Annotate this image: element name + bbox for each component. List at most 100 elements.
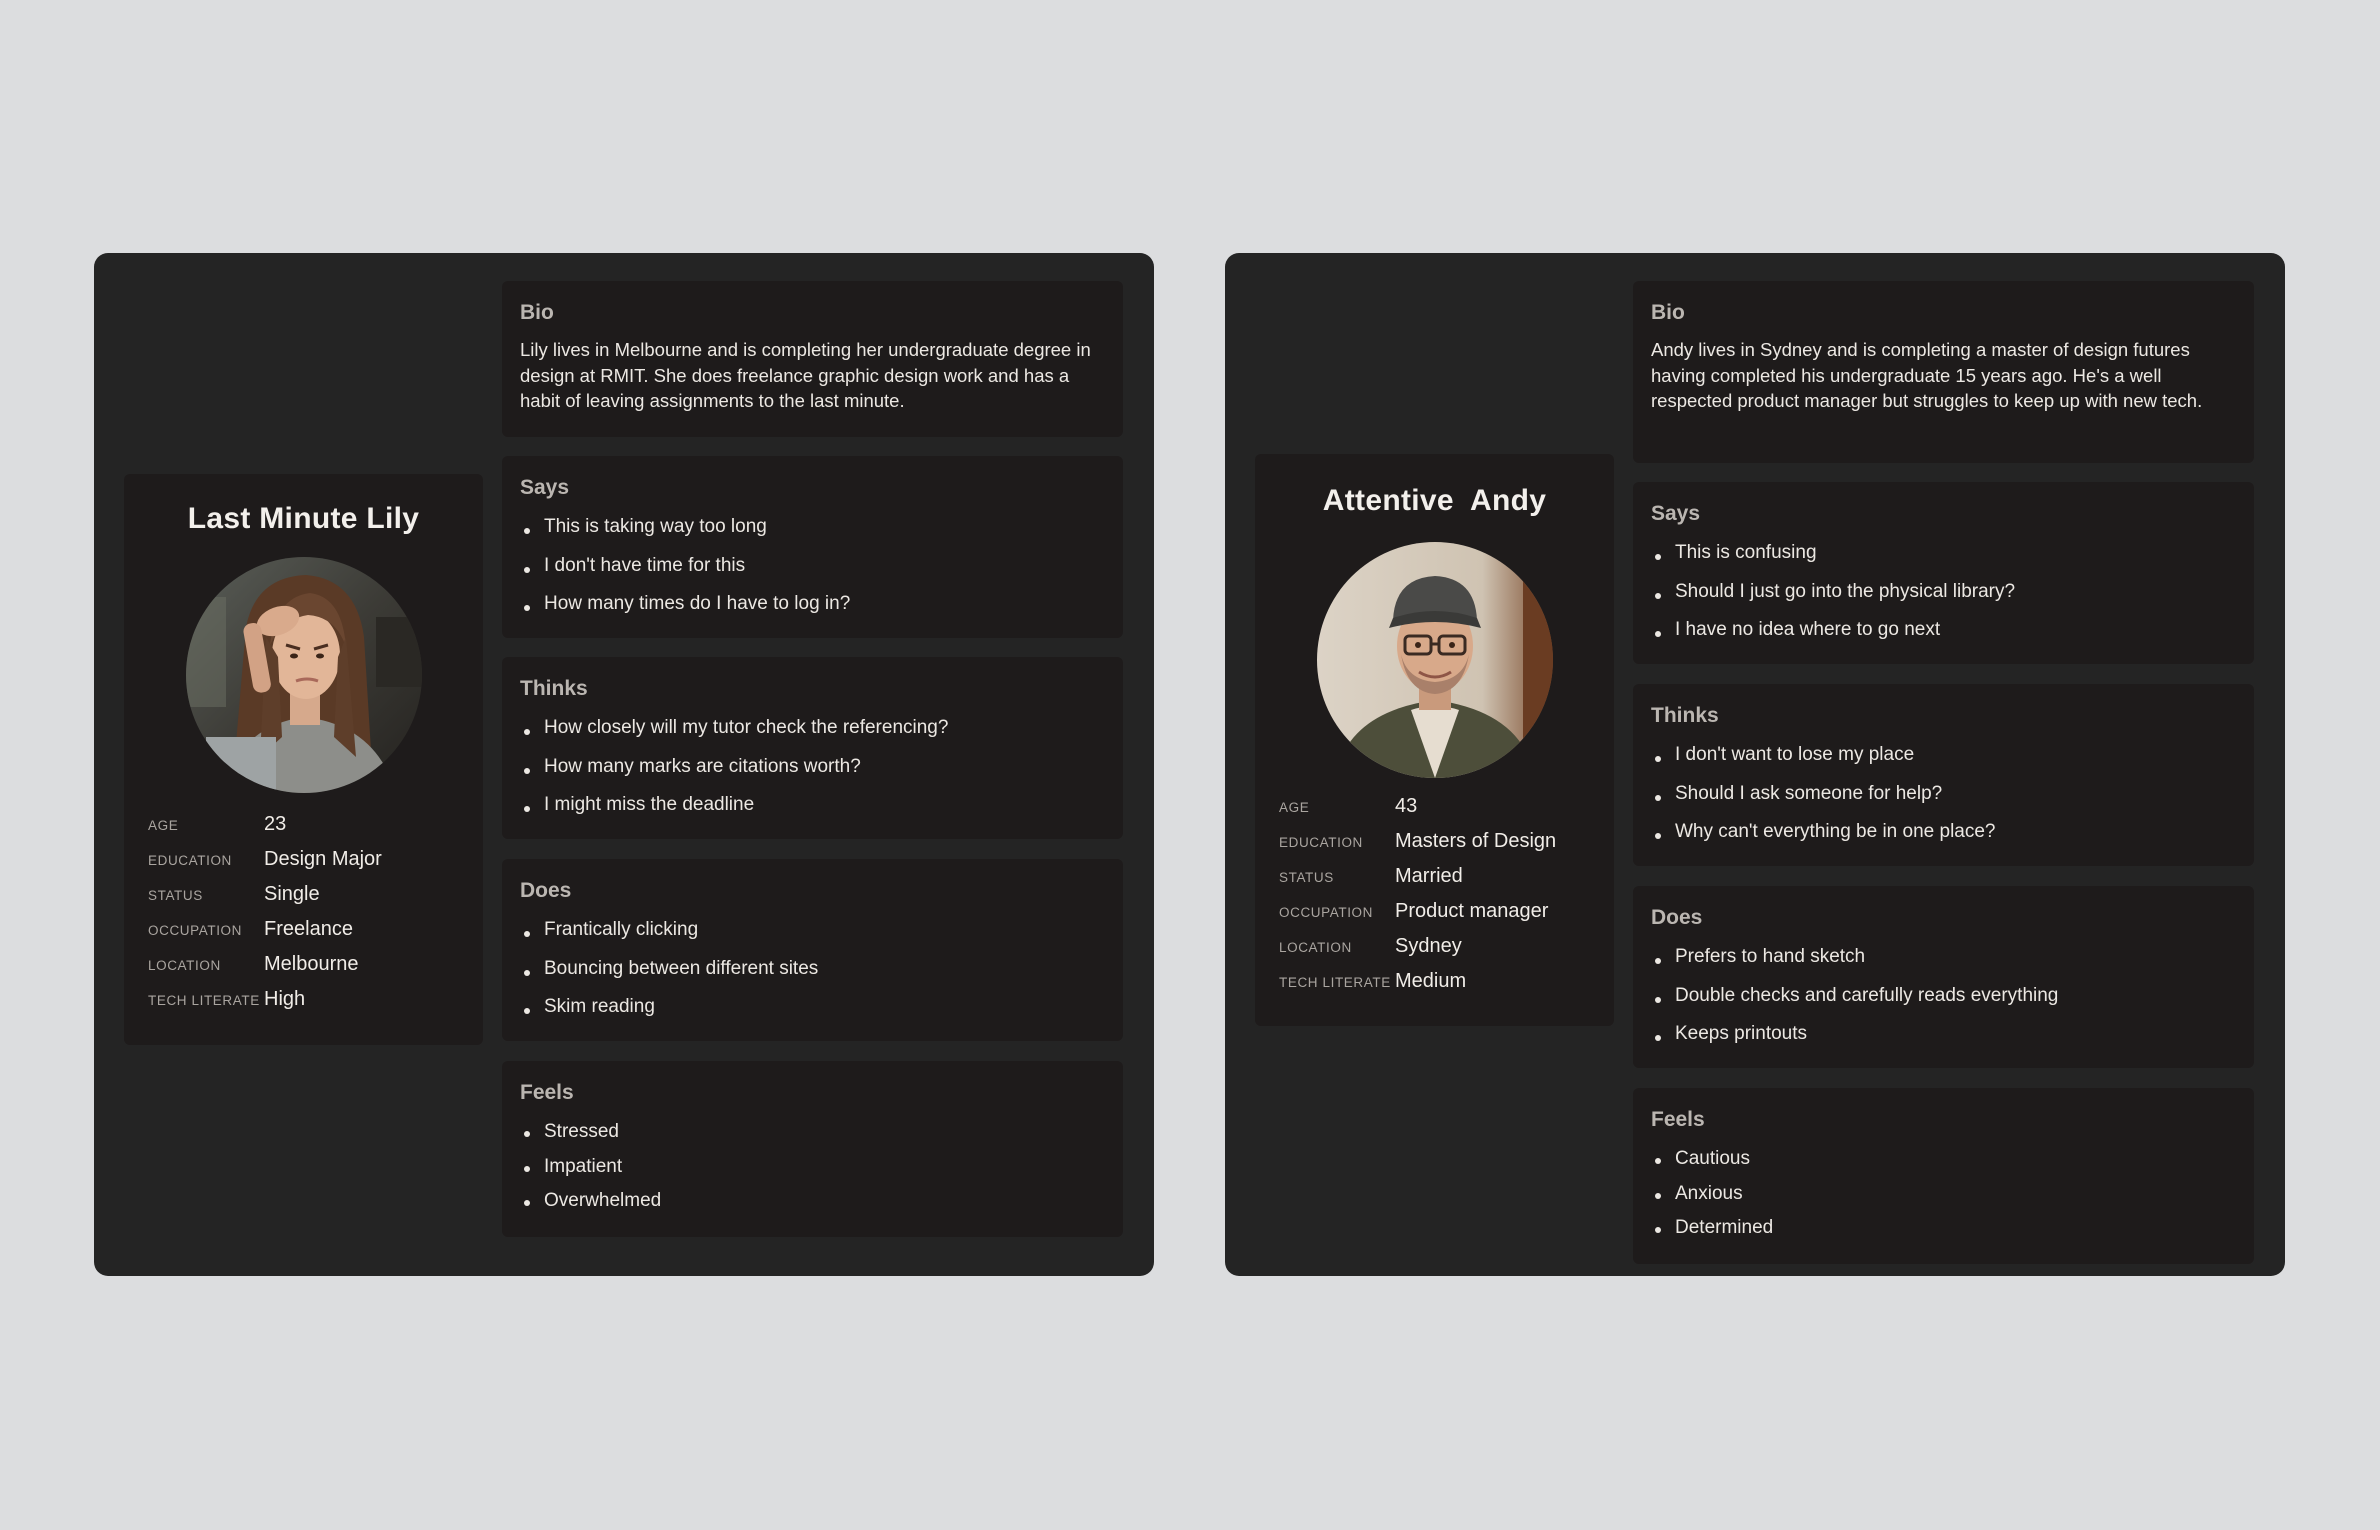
thinks-section: Thinks How closely will my tutor check t… xyxy=(502,657,1123,839)
feels-section: Feels Stressed Impatient Overwhelmed xyxy=(502,1061,1123,1237)
section-title: Says xyxy=(520,476,570,499)
attribute-value: Sydney xyxy=(1395,935,1462,957)
attribute-key: OCCUPATION xyxy=(1279,905,1374,920)
attribute-key: OCCUPATION xyxy=(148,923,243,938)
attribute-value: 43 xyxy=(1395,795,1418,817)
attribute-value: Single xyxy=(264,883,320,905)
persona-name: Attentive Andy xyxy=(1322,484,1547,517)
bio-section: Bio Lily lives in Melbourne and is compl… xyxy=(502,281,1123,437)
list-item: How closely will my tutor check the refe… xyxy=(520,713,1105,752)
list-item: How many times do I have to log in? xyxy=(520,589,1105,628)
attribute-value: Product manager xyxy=(1395,900,1549,922)
does-section: Does Frantically clicking Bouncing betwe… xyxy=(502,859,1123,1041)
bio-section: Bio Andy lives in Sydney and is completi… xyxy=(1633,281,2254,463)
feels-list: Stressed Impatient Overwhelmed xyxy=(520,1117,1105,1221)
says-list: This is taking way too long I don't have… xyxy=(520,512,1105,628)
attribute-row: OCCUPATION Freelance xyxy=(148,918,483,953)
list-item: This is taking way too long xyxy=(520,512,1105,551)
list-item: I have no idea where to go next xyxy=(1651,615,2236,654)
attribute-row: AGE 23 xyxy=(148,813,483,848)
attribute-key: TECH LITERATE xyxy=(148,993,260,1008)
feels-section: Feels Cautious Anxious Determined xyxy=(1633,1088,2254,1264)
attribute-key: TECH LITERATE xyxy=(1279,975,1391,990)
feels-list: Cautious Anxious Determined xyxy=(1651,1144,2236,1248)
avatar xyxy=(185,557,422,793)
persona-name: Last Minute Lily xyxy=(187,502,420,535)
thinks-list: I don't want to lose my place Should I a… xyxy=(1651,740,2236,856)
does-list: Prefers to hand sketch Double checks and… xyxy=(1651,942,2236,1058)
list-item: Impatient xyxy=(520,1152,1105,1187)
list-item: Why can't everything be in one place? xyxy=(1651,817,2236,856)
list-item: Stressed xyxy=(520,1117,1105,1152)
stressed-woman-photo xyxy=(185,557,422,793)
attribute-value: Design Major xyxy=(264,848,382,870)
attribute-value: Melbourne xyxy=(264,953,359,975)
list-item: Determined xyxy=(1651,1213,2236,1248)
list-item: I might miss the deadline xyxy=(520,790,1105,829)
attribute-key: LOCATION xyxy=(1279,940,1352,955)
list-item: Bouncing between different sites xyxy=(520,954,1105,993)
bio-text: Lily lives in Melbourne and is completin… xyxy=(520,339,1091,411)
attribute-row: EDUCATION Design Major xyxy=(148,848,483,883)
section-title: Feels xyxy=(1651,1108,1705,1131)
list-item: This is confusing xyxy=(1651,538,2236,577)
bio-text: Andy lives in Sydney and is completing a… xyxy=(1651,339,2203,411)
attribute-row: LOCATION Sydney xyxy=(1279,935,1614,970)
list-item: Cautious xyxy=(1651,1144,2236,1179)
attribute-row: STATUS Single xyxy=(148,883,483,918)
attribute-row: AGE 43 xyxy=(1279,795,1614,830)
section-title: Does xyxy=(1651,906,1703,929)
attribute-value: 23 xyxy=(264,813,287,835)
list-item: Double checks and carefully reads everyt… xyxy=(1651,981,2236,1020)
persona-card-lily: Last Minute Lily AGE 23 EDUCATION Design… xyxy=(94,253,1154,1276)
attribute-row: STATUS Married xyxy=(1279,865,1614,900)
attribute-row: TECH LITERATE Medium xyxy=(1279,970,1614,1005)
attribute-key: AGE xyxy=(1279,800,1310,815)
section-title: Does xyxy=(520,879,572,902)
attribute-row: EDUCATION Masters of Design xyxy=(1279,830,1614,865)
attribute-row: TECH LITERATE High xyxy=(148,988,483,1023)
attribute-key: LOCATION xyxy=(148,958,221,973)
attribute-key: STATUS xyxy=(1279,870,1334,885)
section-title: Bio xyxy=(520,301,554,324)
section-title: Bio xyxy=(1651,301,1685,324)
section-title: Says xyxy=(1651,502,1701,525)
attribute-value: Married xyxy=(1395,865,1463,887)
list-item: Anxious xyxy=(1651,1179,2236,1214)
attribute-row: OCCUPATION Product manager xyxy=(1279,900,1614,935)
list-item: Prefers to hand sketch xyxy=(1651,942,2236,981)
list-item: Should I ask someone for help? xyxy=(1651,779,2236,818)
list-item: Keeps printouts xyxy=(1651,1019,2236,1058)
list-item: Frantically clicking xyxy=(520,915,1105,954)
thinks-section: Thinks I don't want to lose my place Sho… xyxy=(1633,684,2254,866)
list-item: How many marks are citations worth? xyxy=(520,752,1105,791)
section-title: Feels xyxy=(520,1081,574,1104)
section-title: Thinks xyxy=(520,677,588,700)
smiling-man-with-cap-photo xyxy=(1316,542,1553,778)
section-title: Thinks xyxy=(1651,704,1719,727)
attribute-value: Masters of Design xyxy=(1395,830,1557,852)
thinks-list: How closely will my tutor check the refe… xyxy=(520,713,1105,829)
says-section: Says This is taking way too long I don't… xyxy=(502,456,1123,638)
persona-card-andy: Attentive Andy AGE 43 EDUCATION Masters … xyxy=(1225,253,2285,1276)
list-item: Overwhelmed xyxy=(520,1186,1105,1221)
attribute-list: AGE 43 EDUCATION Masters of Design STATU… xyxy=(1255,795,1614,1005)
list-item: Should I just go into the physical libra… xyxy=(1651,577,2236,616)
list-item: I don't want to lose my place xyxy=(1651,740,2236,779)
does-list: Frantically clicking Bouncing between di… xyxy=(520,915,1105,1031)
says-list: This is confusing Should I just go into … xyxy=(1651,538,2236,654)
does-section: Does Prefers to hand sketch Double check… xyxy=(1633,886,2254,1068)
profile-panel: Attentive Andy AGE 43 EDUCATION Masters … xyxy=(1255,454,1614,1026)
profile-panel: Last Minute Lily AGE 23 EDUCATION Design… xyxy=(124,474,483,1045)
attribute-key: EDUCATION xyxy=(1279,835,1363,850)
list-item: Skim reading xyxy=(520,992,1105,1031)
says-section: Says This is confusing Should I just go … xyxy=(1633,482,2254,664)
avatar xyxy=(1316,542,1553,778)
attribute-key: STATUS xyxy=(148,888,203,903)
attribute-key: AGE xyxy=(148,818,179,833)
attribute-list: AGE 23 EDUCATION Design Major STATUS Sin… xyxy=(124,813,483,1023)
attribute-value: Medium xyxy=(1395,970,1467,992)
attribute-value: Freelance xyxy=(264,918,353,940)
list-item: I don't have time for this xyxy=(520,551,1105,590)
attribute-key: EDUCATION xyxy=(148,853,232,868)
